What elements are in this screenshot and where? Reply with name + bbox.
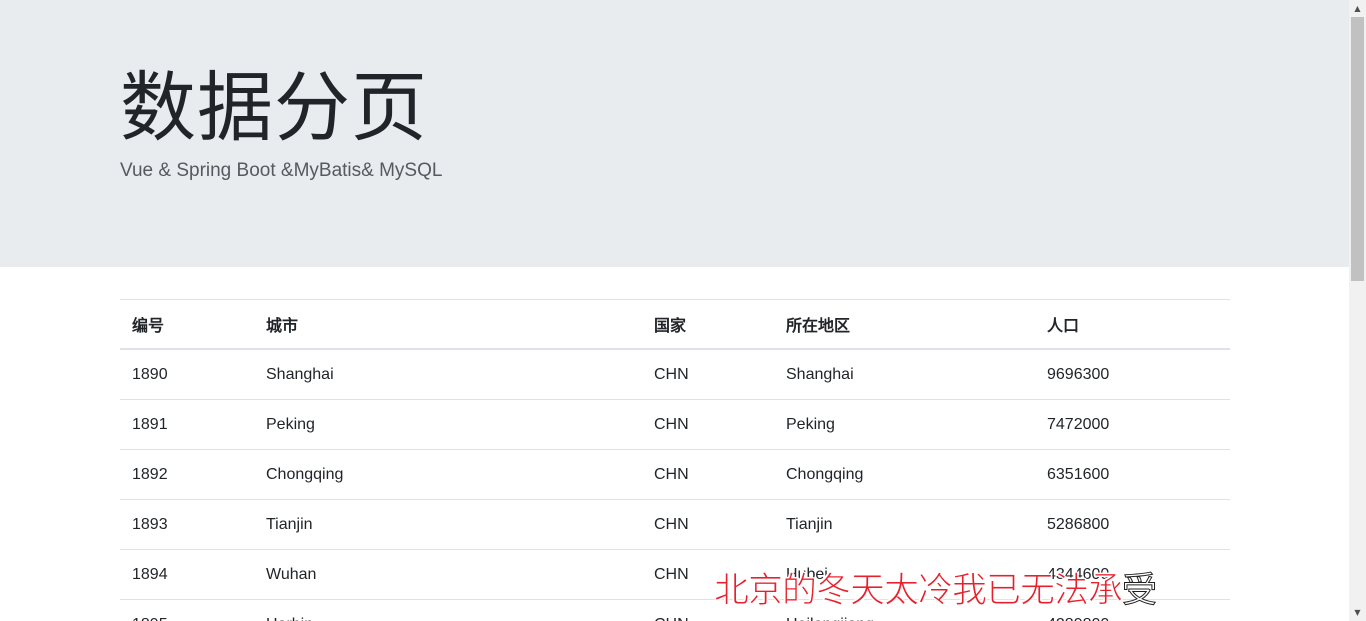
cell-population: 6351600 — [1035, 449, 1230, 500]
cell-district: Tianjin — [774, 499, 1035, 550]
cell-city: Chongqing — [254, 449, 642, 500]
cell-id: 1891 — [120, 399, 254, 450]
cell-id: 1894 — [120, 549, 254, 600]
column-header-city: 城市 — [254, 299, 642, 350]
cell-city: Shanghai — [254, 348, 642, 400]
cell-id: 1892 — [120, 449, 254, 500]
table-row: 1891 Peking CHN Peking 7472000 — [120, 399, 1230, 450]
vertical-scrollbar[interactable]: ▲ ▼ — [1349, 0, 1366, 621]
cell-city: Wuhan — [254, 549, 642, 600]
table-header-row: 编号 城市 国家 所在地区 人口 — [120, 299, 1230, 350]
cell-country: CHN — [642, 449, 774, 500]
cell-city: Harbin — [254, 599, 642, 621]
page-subtitle: Vue & Spring Boot &MyBatis& MySQL — [120, 160, 443, 181]
table-row: 1890 Shanghai CHN Shanghai 9696300 — [120, 348, 1230, 400]
cell-population: 7472000 — [1035, 399, 1230, 450]
subtitle-text-last: 受 — [1122, 571, 1158, 612]
cell-district: Chongqing — [774, 449, 1035, 500]
cell-country: CHN — [642, 499, 774, 550]
column-header-population: 人口 — [1035, 299, 1230, 350]
cell-country: CHN — [642, 348, 774, 400]
page-title: 数据分页 — [120, 63, 428, 152]
cell-population: 9696300 — [1035, 348, 1230, 400]
table-row: 1892 Chongqing CHN Chongqing 6351600 — [120, 449, 1230, 500]
column-header-country: 国家 — [642, 299, 774, 350]
column-header-district: 所在地区 — [774, 299, 1035, 350]
cell-population: 5286800 — [1035, 499, 1230, 550]
cell-country: CHN — [642, 399, 774, 450]
table-row: 1893 Tianjin CHN Tianjin 5286800 — [120, 499, 1230, 550]
cell-id: 1895 — [120, 599, 254, 621]
subtitle-text-main: 北京的冬天太冷我已无法承 — [713, 571, 1123, 612]
cell-city: Tianjin — [254, 499, 642, 550]
column-header-id: 编号 — [120, 299, 254, 350]
scroll-down-arrow-icon[interactable]: ▼ — [1349, 604, 1366, 621]
scrollbar-thumb[interactable] — [1351, 17, 1364, 281]
cell-id: 1893 — [120, 499, 254, 550]
video-subtitle-overlay: 北京的冬天太冷我已无法承受 — [713, 562, 1158, 613]
scroll-up-arrow-icon[interactable]: ▲ — [1349, 0, 1366, 17]
cell-district: Shanghai — [774, 348, 1035, 400]
jumbotron-header: 数据分页 Vue & Spring Boot &MyBatis& MySQL — [0, 0, 1349, 267]
page: 数据分页 Vue & Spring Boot &MyBatis& MySQL 编… — [0, 0, 1349, 621]
cell-id: 1890 — [120, 348, 254, 400]
cell-city: Peking — [254, 399, 642, 450]
cell-district: Peking — [774, 399, 1035, 450]
